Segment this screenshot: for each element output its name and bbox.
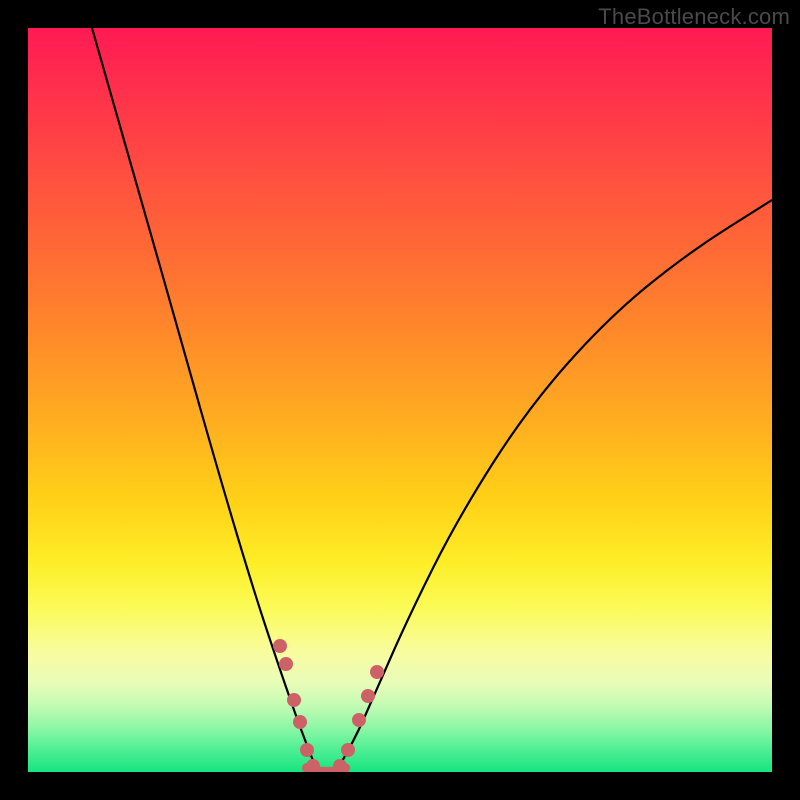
marker-dot [293, 715, 307, 729]
outer-frame: TheBottleneck.com [0, 0, 800, 800]
marker-dot [341, 743, 355, 757]
marker-dot [352, 713, 366, 727]
marker-dot [300, 743, 314, 757]
curve-left [92, 28, 316, 768]
watermark-text: TheBottleneck.com [598, 4, 790, 30]
curve-right [338, 200, 772, 768]
marker-dot [370, 665, 384, 679]
marker-dot [333, 759, 347, 772]
curve-markers [273, 639, 384, 772]
plot-area [28, 28, 772, 772]
marker-dot [287, 693, 301, 707]
marker-dot [273, 639, 287, 653]
marker-dot [306, 759, 320, 772]
curve-layer [28, 28, 772, 772]
marker-dot [279, 657, 293, 671]
marker-dot [361, 689, 375, 703]
